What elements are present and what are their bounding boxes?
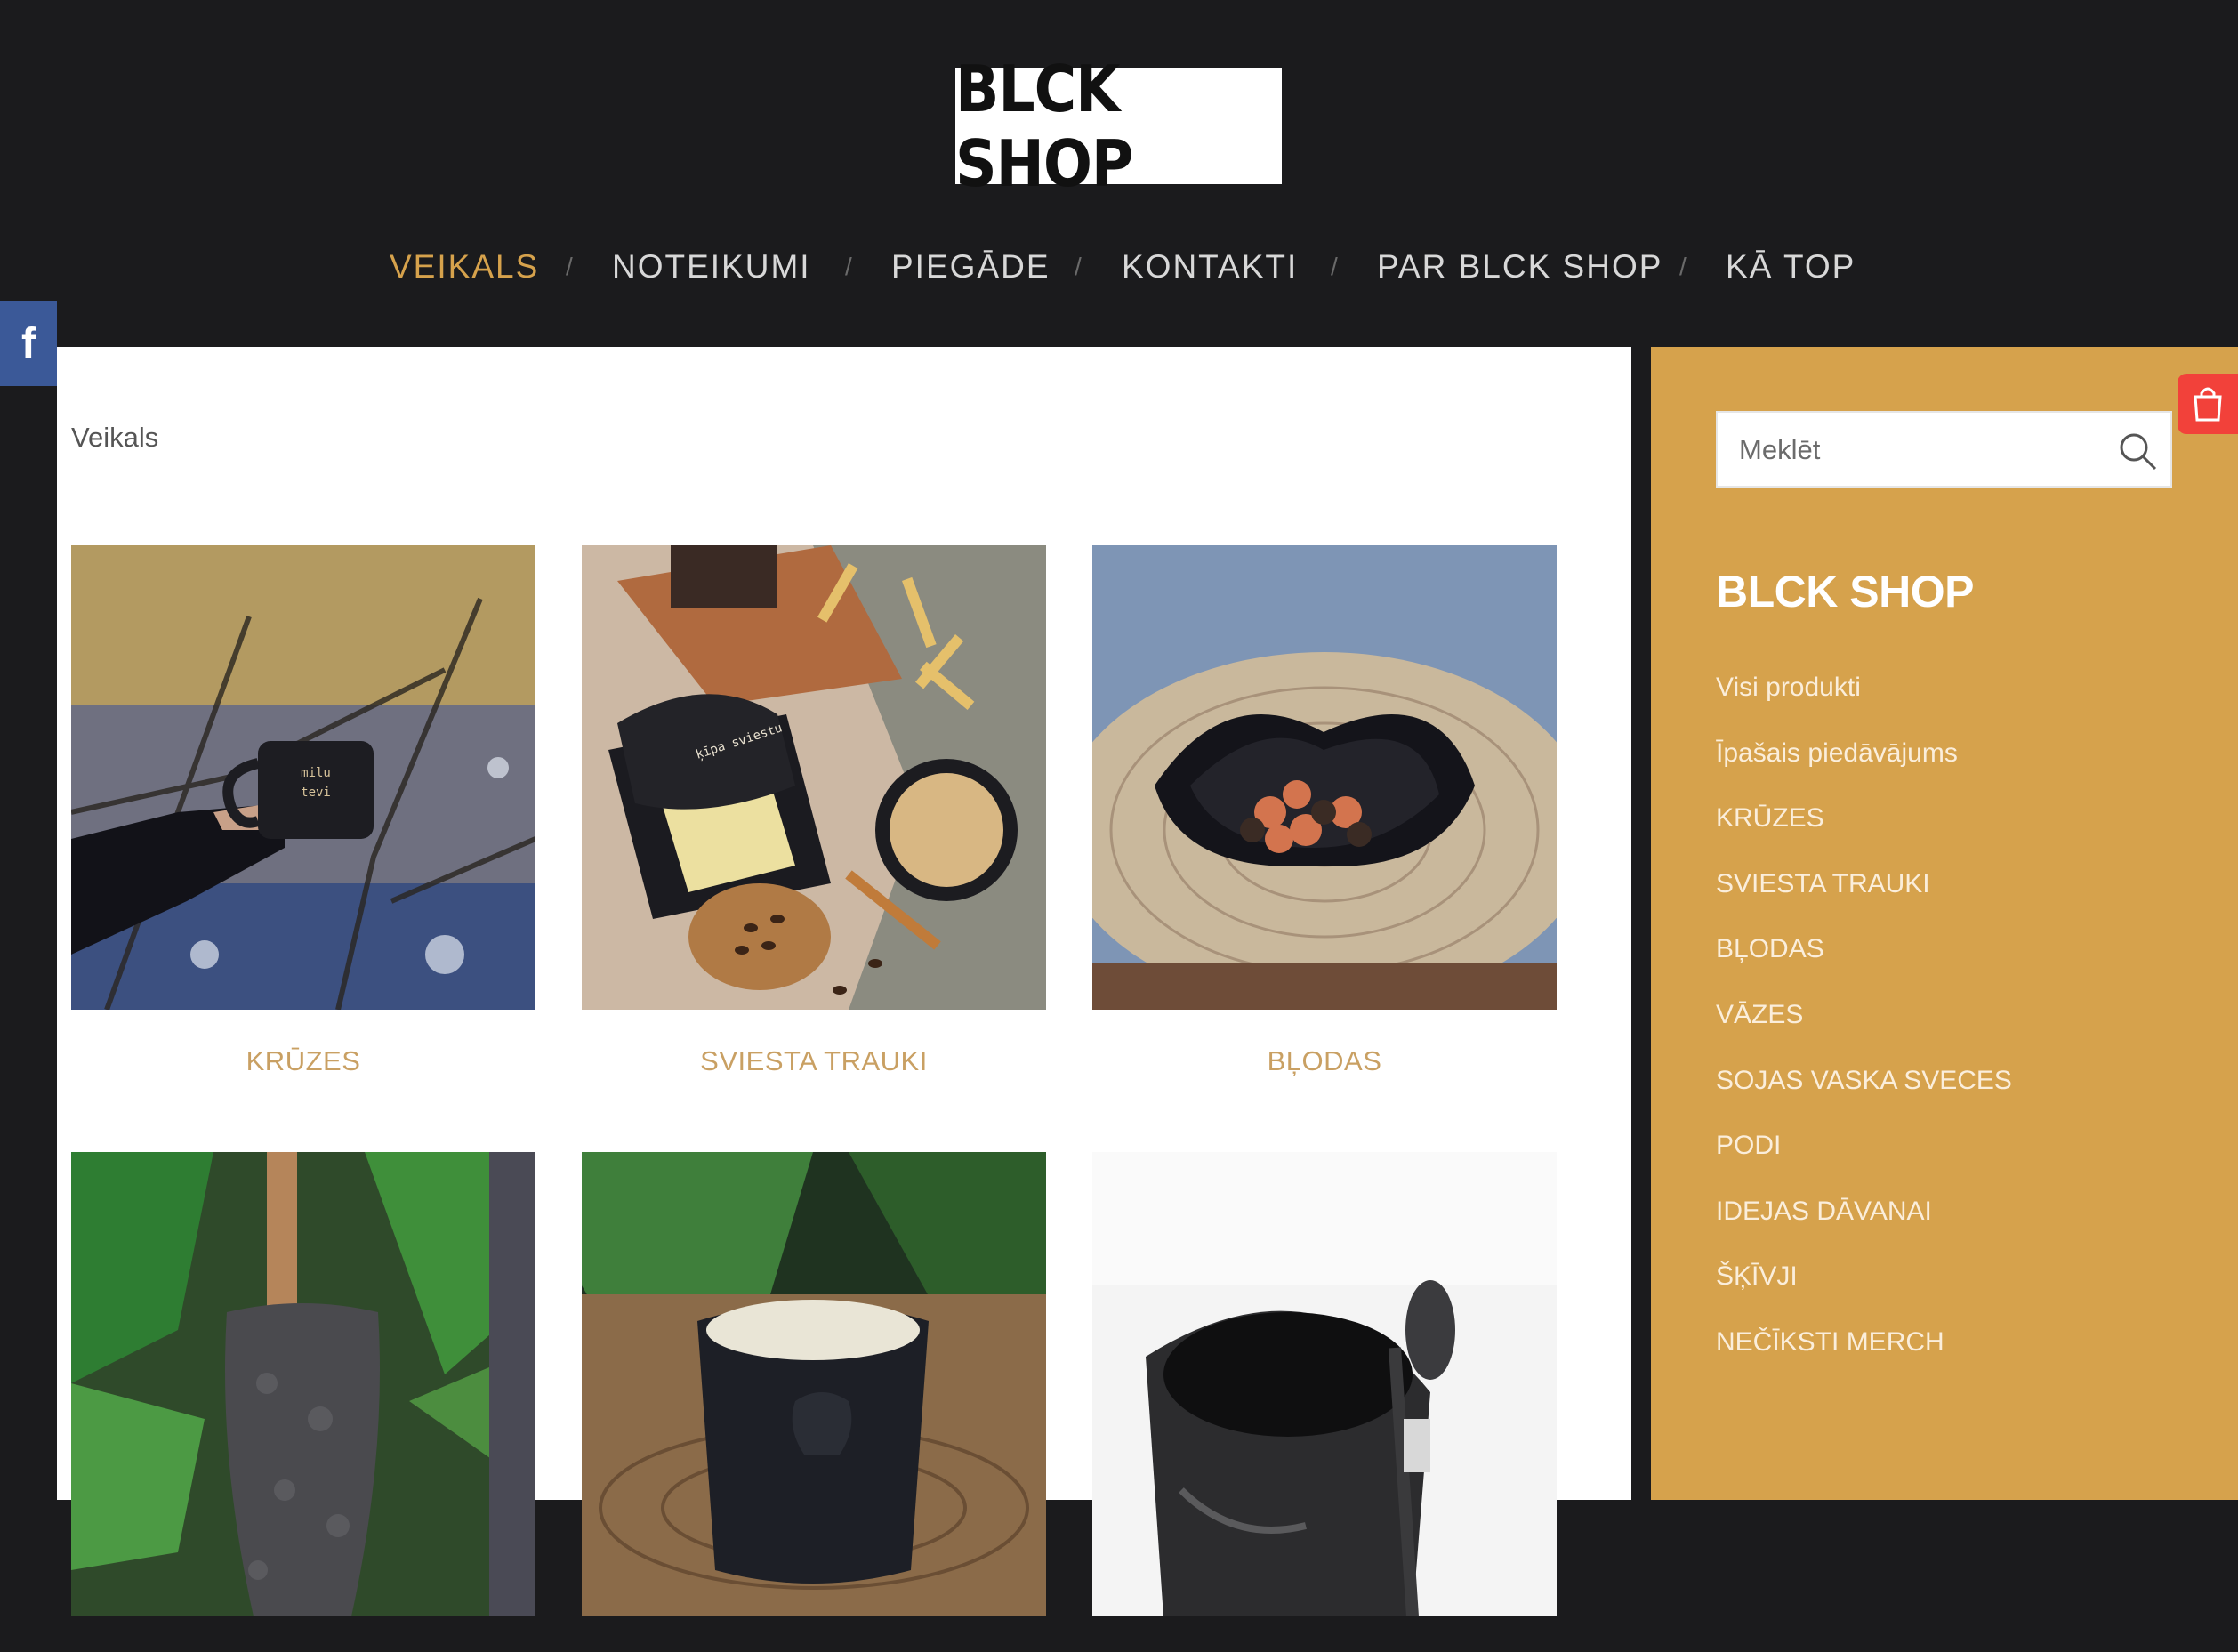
svg-text:tevi: tevi bbox=[301, 786, 331, 800]
category-link-blodas[interactable]: BĻODAS bbox=[1716, 934, 2214, 1000]
nav-separator: / bbox=[566, 253, 573, 280]
facebook-icon: f bbox=[21, 319, 36, 367]
product-card[interactable] bbox=[582, 1152, 1046, 1652]
category-link-ipasais-piedavajums[interactable]: Īpašais piedāvājums bbox=[1716, 738, 2214, 804]
content-divider bbox=[1631, 347, 1651, 1500]
nav-separator: / bbox=[1331, 253, 1338, 280]
product-image-blodas[interactable] bbox=[1092, 545, 1557, 1010]
product-image[interactable] bbox=[1092, 1152, 1557, 1616]
search-icon[interactable] bbox=[2117, 431, 2158, 471]
main-nav: VEIKALS / NOTEIKUMI / PIEGĀDE / KONTAKTI… bbox=[0, 240, 2238, 294]
category-link-vazes[interactable]: VĀZES bbox=[1716, 1000, 2214, 1066]
category-link-sviesta-trauki[interactable]: SVIESTA TRAUKI bbox=[1716, 869, 2214, 935]
category-link-sojas-vaska-sveces[interactable]: SOJAS VASKA SVECES bbox=[1716, 1066, 2214, 1132]
nav-separator: / bbox=[1075, 253, 1082, 280]
facebook-share-button[interactable]: f bbox=[0, 301, 57, 386]
shopping-bag-icon bbox=[2194, 387, 2222, 422]
category-link-neciksti-merch[interactable]: NEČĪKSTI MERCH bbox=[1716, 1327, 2214, 1393]
nav-ka-top[interactable]: KĀ TOP bbox=[1726, 240, 1856, 294]
category-link-podi[interactable]: PODI bbox=[1716, 1131, 2214, 1197]
search-input[interactable]: Meklēt bbox=[1739, 413, 1820, 488]
product-card-blodas[interactable]: BĻODAS bbox=[1092, 545, 1557, 1077]
product-image[interactable] bbox=[582, 1152, 1046, 1616]
category-list: Visi produkti Īpašais piedāvājums KRŪZES… bbox=[1716, 673, 2214, 1393]
product-card[interactable] bbox=[1092, 1152, 1557, 1652]
product-label[interactable]: BĻODAS bbox=[1092, 1045, 1557, 1077]
product-card[interactable] bbox=[71, 1152, 535, 1652]
nav-par-blck-shop[interactable]: PAR BLCK SHOP bbox=[1377, 240, 1662, 294]
sidebar: Meklēt BLCK SHOP Visi produkti Īpašais p… bbox=[1651, 347, 2238, 1500]
category-link-skivji[interactable]: ŠĶĪVJI bbox=[1716, 1261, 2214, 1327]
category-link-visi-produkti[interactable]: Visi produkti bbox=[1716, 673, 2214, 738]
sidebar-title: BLCK SHOP bbox=[1716, 567, 1974, 616]
breadcrumb: Veikals bbox=[71, 422, 159, 453]
nav-kontakti[interactable]: KONTAKTI bbox=[1122, 240, 1298, 294]
site-header: BLCK SHOP VEIKALS / NOTEIKUMI / PIEGĀDE … bbox=[0, 0, 2238, 347]
cart-button[interactable] bbox=[2178, 374, 2238, 434]
category-link-idejas-davanai[interactable]: IDEJAS DĀVANAI bbox=[1716, 1197, 2214, 1262]
category-link-kruzes[interactable]: KRŪZES bbox=[1716, 803, 2214, 869]
nav-separator: / bbox=[845, 253, 852, 280]
product-image-sviesta-trauki[interactable]: ķīpa sviestu bbox=[582, 545, 1046, 1010]
product-image-kruzes[interactable]: milu tevi bbox=[71, 545, 535, 1010]
nav-piegade[interactable]: PIEGĀDE bbox=[891, 240, 1051, 294]
nav-noteikumi[interactable]: NOTEIKUMI bbox=[612, 240, 811, 294]
nav-separator: / bbox=[1679, 253, 1687, 280]
svg-text:milu: milu bbox=[301, 766, 331, 780]
product-image[interactable] bbox=[71, 1152, 535, 1616]
product-card-sviesta-trauki[interactable]: ķīpa sviestu SVIESTA TRAUKI bbox=[582, 545, 1046, 1077]
main-content: Veikals milu tevi KRŪZES ķīpa sviestu SV… bbox=[57, 347, 1631, 1616]
product-label[interactable]: KRŪZES bbox=[71, 1045, 535, 1077]
product-label[interactable]: SVIESTA TRAUKI bbox=[582, 1045, 1046, 1077]
nav-veikals[interactable]: VEIKALS bbox=[390, 240, 539, 294]
product-card-kruzes[interactable]: milu tevi KRŪZES bbox=[71, 545, 535, 1077]
search-box[interactable]: Meklēt bbox=[1716, 411, 2172, 488]
site-logo[interactable]: BLCK SHOP bbox=[955, 52, 1282, 201]
